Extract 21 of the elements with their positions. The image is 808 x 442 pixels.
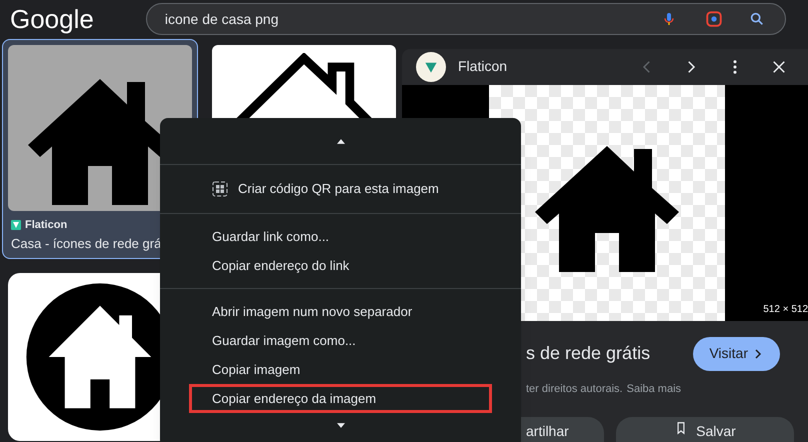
camera-lens-icon[interactable] — [704, 10, 723, 28]
search-field[interactable]: icone de casa png — [146, 3, 786, 35]
learn-more-link[interactable]: Saiba mais — [626, 380, 682, 397]
site-favicon-icon — [11, 220, 21, 230]
preview-title: s de rede grátis — [526, 342, 652, 365]
result-thumbnail[interactable] — [8, 45, 192, 211]
panel-source[interactable]: Flaticon — [458, 56, 508, 78]
scroll-up-icon[interactable] — [336, 138, 344, 144]
scroll-down-icon[interactable] — [336, 423, 344, 428]
qr-code-icon — [212, 181, 228, 197]
image-size-label: 512 × 512 — [763, 302, 808, 316]
menu-item[interactable]: Guardar imagem como... — [160, 326, 521, 355]
result-source: Flaticon — [25, 218, 68, 233]
menu-item[interactable]: Copiar imagem — [160, 355, 521, 384]
menu-item[interactable]: Copiar endereço da imagem — [189, 384, 492, 413]
search-icon[interactable] — [748, 11, 765, 27]
google-logo[interactable]: Google — [10, 0, 94, 38]
copyright-notice: ter direitos autorais. — [526, 382, 623, 396]
search-input[interactable]: icone de casa png — [164, 8, 653, 30]
save-button[interactable]: Salvar — [616, 417, 794, 442]
visit-button[interactable]: Visitar — [693, 336, 780, 370]
